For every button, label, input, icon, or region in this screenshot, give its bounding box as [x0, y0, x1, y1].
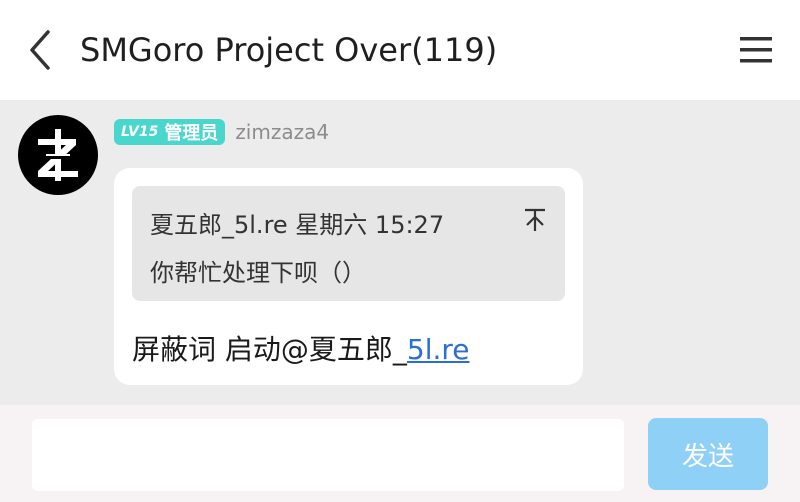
role-badge: 管理员	[164, 123, 219, 144]
quote-header: 夏五郎_5l.re 星期六 15:27	[150, 211, 445, 239]
avatar[interactable]	[18, 115, 98, 195]
message-bubble[interactable]: 夏五郎_5l.re 星期六 15:27 你帮忙处理下呗（） 屏蔽词 启动@夏五郎…	[114, 168, 583, 385]
input-bar: 发送	[0, 405, 800, 502]
chat-title: SMGoro Project Over(119)	[80, 31, 498, 69]
sender-name[interactable]: zimzaza4	[235, 120, 329, 144]
message-input[interactable]	[32, 419, 624, 491]
quote-body: 你帮忙处理下呗（）	[150, 259, 366, 287]
chat-area: LV15 管理员 zimzaza4 夏五郎_5l.re 星期六 15:27 你帮…	[0, 100, 800, 405]
sender-meta: LV15 管理员 zimzaza4	[114, 118, 329, 146]
back-button[interactable]	[18, 26, 62, 74]
menu-button[interactable]	[734, 30, 778, 70]
message-text-prefix: 屏蔽词 启动@夏五郎_	[132, 333, 407, 366]
chevron-left-icon	[30, 30, 50, 70]
member-badge: LV15 管理员	[114, 119, 226, 145]
hamburger-menu-icon	[740, 37, 772, 63]
top-bar: SMGoro Project Over(119)	[0, 0, 800, 100]
level-badge: LV15	[121, 124, 159, 140]
message-text: 屏蔽词 启动@夏五郎_5l.re	[132, 328, 470, 368]
send-button[interactable]: 发送	[648, 418, 768, 490]
jump-to-top-icon[interactable]	[521, 206, 549, 234]
reply-quote[interactable]: 夏五郎_5l.re 星期六 15:27 你帮忙处理下呗（）	[132, 186, 565, 301]
message-link[interactable]: 5l.re	[407, 333, 470, 366]
zimzaza-logo-icon	[38, 129, 78, 181]
